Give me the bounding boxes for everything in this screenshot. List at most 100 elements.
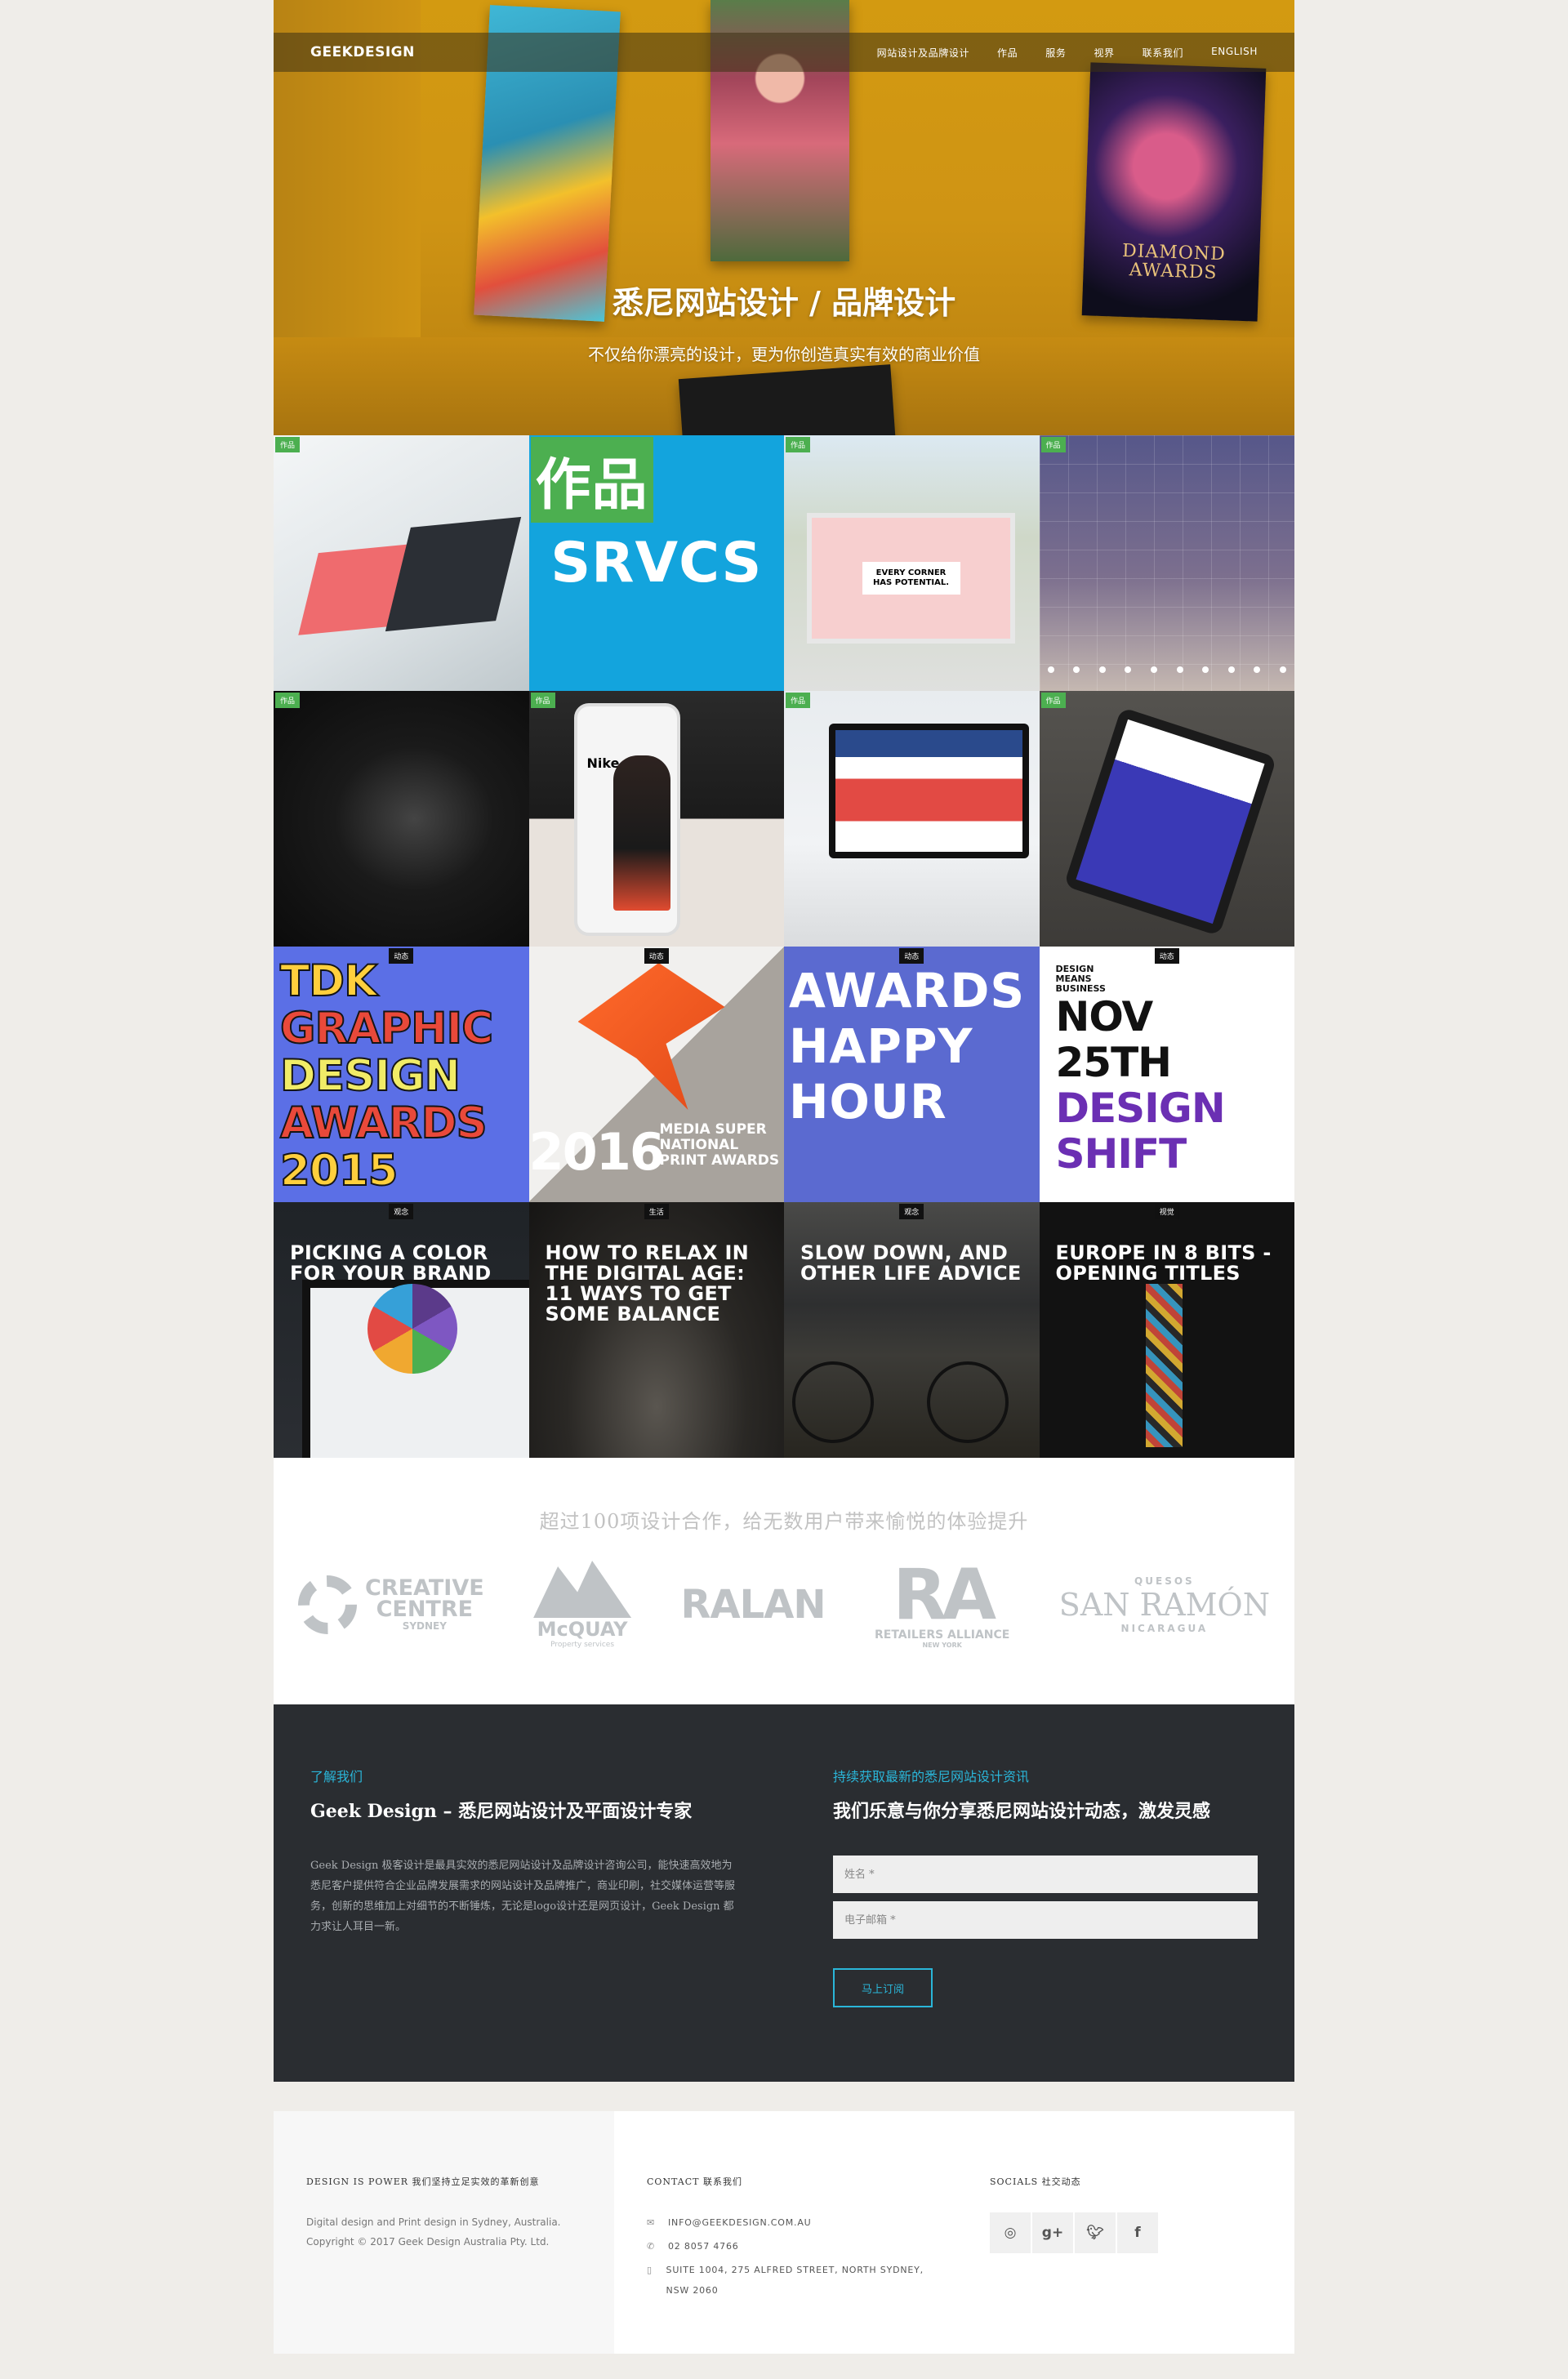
blog-tag: 观念: [899, 1204, 924, 1219]
logo-san-ramon: QUESOS SAN RAMÓN NICARAGUA: [1059, 1575, 1270, 1634]
work-tile-tablet[interactable]: 作品: [1039, 691, 1294, 947]
news-tile-tdk-awards[interactable]: 动态 TDK GRAPHIC DESIGN AWARDS 2015: [274, 947, 529, 1202]
email-text: INFO@GEEKDESIGN.COM.AU: [668, 2217, 812, 2228]
social-links: ◎ g+ 🐦︎ f: [990, 2212, 1262, 2253]
news-tile-awards-happy-hour[interactable]: 动态 AWARDS HAPPY HOUR: [784, 947, 1040, 1202]
tdk-line: AWARDS: [279, 1098, 488, 1148]
footer-contact: CONTACT 联系我们 ✉ INFO@GEEKDESIGN.COM.AU ✆ 02…: [614, 2111, 957, 2354]
google-plus-icon[interactable]: g+: [1032, 2212, 1073, 2253]
dribbble-icon[interactable]: ◎: [990, 2212, 1031, 2253]
about-kicker: 了解我们: [310, 1769, 363, 1784]
nav-item-english[interactable]: ENGLISH: [1211, 46, 1258, 60]
blog-tile-europe[interactable]: 视觉 EUROPE IN 8 BITS - OPENING TITLES: [1039, 1202, 1294, 1458]
blog-title: PICKING A COLOR FOR YOUR BRAND: [290, 1241, 492, 1285]
hero-subtitle: 不仅给你漂亮的设计，更为你创造真实有效的商业价值: [588, 345, 980, 364]
tdk-line: TDK: [279, 956, 378, 1006]
news-tag: 动态: [389, 948, 414, 964]
awards-line: HOUR: [789, 1074, 947, 1129]
contact-phone[interactable]: ✆ 02 8057 4766: [647, 2236, 924, 2256]
logo-text: McQUAY: [537, 1618, 628, 1641]
nav-item-services[interactable]: 服务: [1045, 46, 1066, 60]
copyright-text: Copyright © 2017 Geek Design Australia P…: [306, 2236, 550, 2248]
blog-title: EUROPE IN 8 BITS - OPENING TITLES: [1055, 1241, 1272, 1285]
contact-address: ▯ SUITE 1004, 275 ALFRED STREET, NORTH SY…: [647, 2260, 924, 2301]
work-tile-dark-alley[interactable]: 作品: [274, 691, 529, 947]
news-tag: 动态: [1154, 948, 1179, 964]
nav-item-works[interactable]: 作品: [997, 46, 1018, 60]
footer-heading: DESIGN IS POWER 我们坚持立足实效的革新创意: [306, 2176, 540, 2187]
blog-tag: 视觉: [1154, 1204, 1179, 1219]
work-tag: 作品: [530, 693, 555, 708]
color-wheel: [368, 1284, 457, 1374]
news-tile-design-shift[interactable]: 动态 DESIGN MEANS BUSINESS NOV 25TH DESIGN…: [1039, 947, 1294, 1202]
bicycle-wheel: [927, 1361, 1009, 1443]
contact-email[interactable]: ✉ INFO@GEEKDESIGN.COM.AU: [647, 2212, 924, 2233]
email-field[interactable]: [833, 1901, 1258, 1939]
print-year: 2016: [528, 1122, 666, 1182]
mockup-card-dark: [385, 516, 522, 632]
bicycle-wheel: [792, 1361, 874, 1443]
nav-item-vision[interactable]: 视界: [1094, 46, 1114, 60]
twitter-icon[interactable]: 🐦︎: [1075, 2212, 1116, 2253]
blog-tile-relax[interactable]: 生活 HOW TO RELAX IN THE DIGITAL AGE: 11 W…: [528, 1202, 784, 1458]
srvcs-label: SRVCS: [550, 531, 763, 595]
site-logo[interactable]: GEEKDESIGN: [310, 44, 415, 60]
work-tag: 作品: [786, 693, 811, 708]
blog-title: SLOW DOWN, AND OTHER LIFE ADVICE: [800, 1241, 1022, 1285]
awards-line: HAPPY: [789, 1018, 973, 1074]
logo-ralan: RALAN: [680, 1582, 826, 1628]
portfolio-grid: 作品 作品 SRVCS 作品 EVERY CORNER HAS POTENTIA…: [274, 435, 1294, 1458]
logo-text: QUESOS: [1134, 1575, 1195, 1587]
work-tile-app-mockup[interactable]: 作品: [274, 435, 529, 691]
nov-line: DESIGN: [1055, 1085, 1226, 1132]
hero-title: 悉尼网站设计 / 品牌设计: [612, 284, 956, 321]
nov-line: SHIFT: [1055, 1130, 1187, 1178]
nov-line: 25TH: [1055, 1039, 1173, 1086]
facebook-icon[interactable]: f: [1117, 2212, 1158, 2253]
work-tile-phone[interactable]: 作品 Nike: [528, 691, 784, 947]
logo-retailers-alliance: RA RETAILERS ALLIANCE NEW YORK: [875, 1553, 1009, 1649]
print-awards-text: MEDIA SUPER NATIONAL PRINT AWARDS: [660, 1122, 780, 1169]
address-text: SUITE 1004, 275 ALFRED STREET, NORTH SYD…: [666, 2265, 924, 2296]
blog-tile-color[interactable]: 观念 PICKING A COLOR FOR YOUR BRAND: [274, 1202, 529, 1458]
nav-item-web-brand-design[interactable]: 网站设计及品牌设计: [877, 46, 969, 60]
newsletter-kicker: 持续获取最新的悉尼网站设计资讯: [833, 1769, 1030, 1784]
timeline-grid: [1039, 435, 1294, 691]
top-navbar: GEEKDESIGN 网站设计及品牌设计 作品 服务 视界 联系我们 ENGLI…: [274, 33, 1294, 72]
mcquay-icon: [533, 1561, 632, 1618]
footer-text: Digital design and Print design in Sydne…: [306, 2216, 561, 2228]
work-tile-billboard[interactable]: 作品 EVERY CORNER HAS POTENTIAL.: [784, 435, 1040, 691]
name-field[interactable]: [833, 1856, 1258, 1893]
work-tile-srvcs[interactable]: 作品 SRVCS: [528, 435, 784, 691]
poster-text: DIAMOND AWARDS: [1121, 240, 1227, 283]
logo-text: RA: [893, 1553, 996, 1636]
blog-title: HOW TO RELAX IN THE DIGITAL AGE: 11 WAYS…: [545, 1241, 750, 1325]
blog-tile-slow-down[interactable]: 观念 SLOW DOWN, AND OTHER LIFE ADVICE: [784, 1202, 1040, 1458]
logo-text: NICARAGUA: [1120, 1623, 1209, 1634]
phone-text: 02 8057 4766: [668, 2241, 739, 2252]
news-tile-print-awards[interactable]: 动态 2016 MEDIA SUPER NATIONAL PRINT AWARD…: [528, 947, 784, 1202]
subscribe-button[interactable]: 马上订阅: [833, 1968, 933, 2007]
work-tag: 作品: [275, 437, 301, 452]
logo-mcquay: McQUAY Property services: [533, 1561, 632, 1649]
work-tile-desktop[interactable]: 作品: [784, 691, 1040, 947]
about-title: Geek Design – 悉尼网站设计及平面设计专家: [310, 1801, 693, 1822]
work-tile-timeline[interactable]: 作品: [1039, 435, 1294, 691]
about-newsletter-section: 了解我们 Geek Design – 悉尼网站设计及平面设计专家 Geek De…: [274, 1704, 1294, 2082]
print-line: MEDIA SUPER: [659, 1121, 767, 1138]
about-body: Geek Design 极客设计是最具实效的悉尼网站设计及品牌设计咨询公司，能快…: [310, 1860, 736, 1933]
tdk-line: 2015: [279, 1146, 399, 1196]
logo-text: CENTRE: [376, 1597, 474, 1622]
footer-heading: CONTACT 联系我们: [647, 2176, 742, 2187]
tdk-line: DESIGN: [279, 1051, 461, 1101]
awards-line: AWARDS: [789, 963, 1026, 1018]
work-tag: 作品: [530, 437, 653, 523]
news-tag: 动态: [899, 948, 924, 964]
nav-item-contact[interactable]: 联系我们: [1143, 46, 1183, 60]
logo-text: Property services: [550, 1641, 615, 1649]
print-line: PRINT AWARDS: [659, 1152, 780, 1169]
footer-heading: SOCIALS 社交动态: [990, 2176, 1081, 2187]
logo-creative-centre: CREATIVE CENTRE SYDNEY: [298, 1575, 484, 1634]
footer-socials: SOCIALS 社交动态 ◎ g+ 🐦︎ f: [957, 2111, 1294, 2354]
news-tag: 动态: [644, 948, 669, 964]
